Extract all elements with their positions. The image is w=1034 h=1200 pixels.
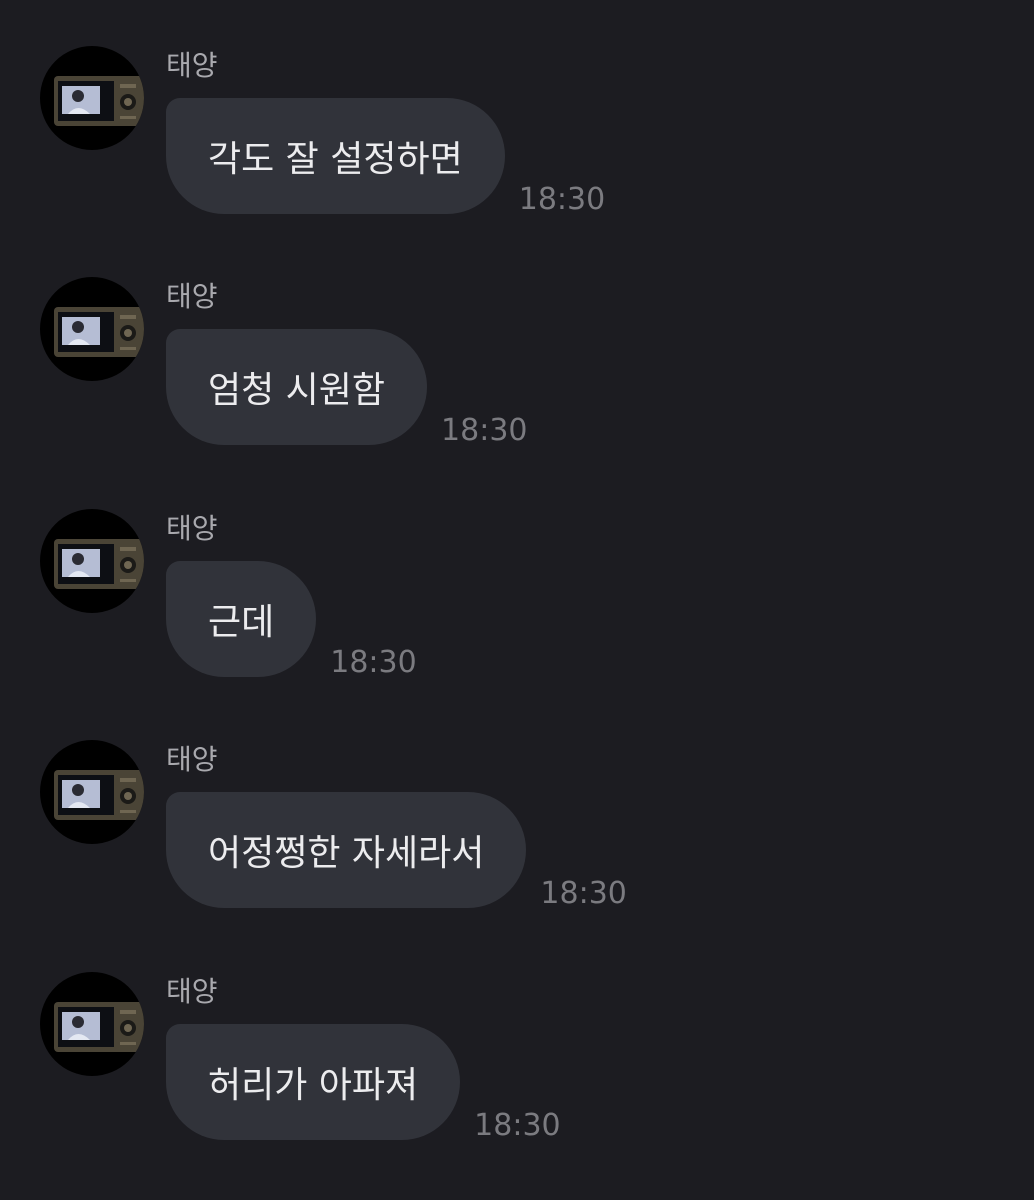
- avatar[interactable]: [40, 509, 144, 613]
- message-bubble[interactable]: 허리가 아파져: [166, 1024, 461, 1140]
- sender-name: 태양: [166, 975, 218, 1008]
- message-time: 18:30: [474, 1108, 561, 1143]
- message-item: 태양 엄청 시원함 18:30: [0, 277, 1034, 477]
- sender-name: 태양: [166, 49, 218, 82]
- message-item: 태양 어정쩡한 자세라서 18:30: [0, 740, 1034, 940]
- camera-photo-avatar-icon: [54, 76, 144, 126]
- message-time: 18:30: [540, 876, 627, 911]
- message-time: 18:30: [518, 182, 606, 217]
- message-row: 어정쩡한 자세라서 18:30: [166, 792, 627, 911]
- chat-message-list[interactable]: 태양 각도 잘 설정하면 18:30 태양 엄청 시원함 18:30 태양 근데…: [0, 0, 1034, 1200]
- message-row: 엄청 시원함 18:30: [166, 329, 528, 448]
- message-time: 18:30: [330, 645, 417, 680]
- camera-photo-avatar-icon: [54, 770, 144, 820]
- message-item: 태양 근데 18:30: [0, 509, 1034, 709]
- message-row: 각도 잘 설정하면 18:30: [166, 98, 605, 217]
- message-bubble[interactable]: 근데: [166, 561, 317, 677]
- message-bubble[interactable]: 엄청 시원함: [166, 329, 428, 445]
- message-row: 근데 18:30: [166, 561, 417, 680]
- camera-photo-avatar-icon: [54, 307, 144, 357]
- message-row: 허리가 아파져 18:30: [166, 1024, 561, 1143]
- message-bubble[interactable]: 어정쩡한 자세라서: [166, 792, 527, 908]
- sender-name: 태양: [166, 512, 218, 545]
- message-time: 18:30: [441, 413, 528, 448]
- sender-name: 태양: [166, 280, 218, 313]
- avatar[interactable]: [40, 740, 144, 844]
- avatar[interactable]: [40, 46, 144, 150]
- message-item: 태양 각도 잘 설정하면 18:30: [0, 46, 1034, 246]
- camera-photo-avatar-icon: [54, 539, 144, 589]
- message-bubble[interactable]: 각도 잘 설정하면: [166, 98, 505, 214]
- sender-name: 태양: [166, 743, 218, 776]
- message-item: 태양 허리가 아파져 18:30: [0, 972, 1034, 1172]
- avatar[interactable]: [40, 277, 144, 381]
- camera-photo-avatar-icon: [54, 1002, 144, 1052]
- avatar[interactable]: [40, 972, 144, 1076]
